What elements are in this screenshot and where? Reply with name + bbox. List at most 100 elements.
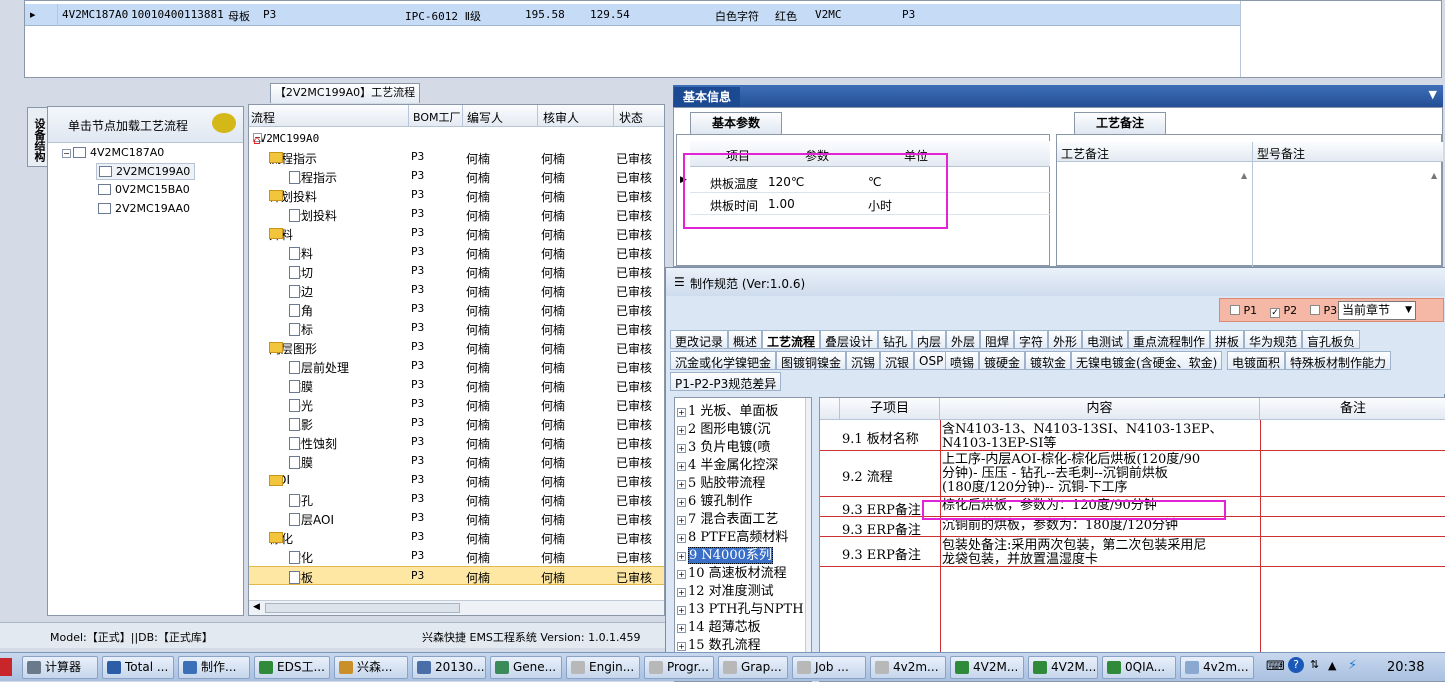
expand-icon[interactable]: + xyxy=(677,570,686,579)
scroll-left-icon[interactable]: ◀ xyxy=(253,602,260,612)
spec-chapter-node[interactable]: +2 图形电镀(沉 xyxy=(677,418,770,437)
spec-tab[interactable]: 内层 xyxy=(912,330,947,349)
taskbar-item[interactable]: 制作... xyxy=(178,656,250,679)
spec-tab[interactable]: 图镀铜镍金 xyxy=(776,351,847,370)
flow-row[interactable]: 曝光 P3 何楠 何楠 已审核 xyxy=(249,395,664,414)
basic-params-tab[interactable]: 基本参数 xyxy=(690,112,782,134)
network-icon[interactable]: ⇅ xyxy=(1310,658,1319,671)
col-header-content[interactable]: 内容 xyxy=(940,398,1260,420)
flow-row[interactable]: 烘板 P3 何楠 何楠 已审核 xyxy=(249,566,664,585)
spec-tab[interactable]: 镀软金 xyxy=(1025,351,1072,370)
help-icon[interactable]: ? xyxy=(1288,657,1304,673)
spec-tab[interactable]: 概述 xyxy=(728,330,763,349)
spec-chapter-node[interactable]: +13 PTH孔与NPTH xyxy=(677,598,804,617)
flow-row[interactable]: 内层前处理 P3 何楠 何楠 已审核 xyxy=(249,357,664,376)
spec-tab[interactable]: 外形 xyxy=(1048,330,1083,349)
spec-table-row[interactable]: 9.3 ERP备注 沉铜前的烘板，参数为：180度/120分钟 xyxy=(820,517,1445,538)
flow-row[interactable]: −流程指示 P3 何楠 何楠 已审核 xyxy=(249,148,664,167)
start-icon[interactable] xyxy=(0,658,12,676)
spec-tab[interactable]: 更改记录 xyxy=(670,330,729,349)
taskbar-item[interactable]: Progr... xyxy=(644,656,714,679)
spec-tab[interactable]: 钻孔 xyxy=(878,330,913,349)
taskbar-item[interactable]: Grap... xyxy=(718,656,788,679)
spec-tab[interactable]: 重点流程制作 xyxy=(1128,330,1211,349)
flow-row[interactable]: 显影 P3 何楠 何楠 已审核 xyxy=(249,414,664,433)
expand-icon[interactable]: + xyxy=(677,408,686,417)
expand-icon[interactable]: + xyxy=(677,552,686,561)
spec-tab[interactable]: 拼板 xyxy=(1210,330,1245,349)
device-node-root[interactable]: −4V2MC187A0 xyxy=(62,146,164,159)
top-record-row[interactable]: ▸ 4V2MC187A0 10010400113881 母板 P3 IPC-60… xyxy=(25,4,1240,26)
spec-chapter-node[interactable]: +5 贴胶带流程 xyxy=(677,472,765,491)
spec-chapter-node[interactable]: +15 数孔流程 xyxy=(677,634,761,653)
taskbar-item[interactable]: 20130... xyxy=(412,656,486,679)
spec-chapter-node[interactable]: +7 混合表面工艺 xyxy=(677,508,778,527)
check-p2[interactable]: ✓ P2 xyxy=(1270,304,1297,318)
keyboard-icon[interactable]: ⌨ xyxy=(1266,659,1285,674)
taskbar-item[interactable]: Job ... xyxy=(792,656,866,679)
basic-info-tab[interactable]: 基本信息 xyxy=(674,87,740,107)
spec-tab[interactable]: 电镀面积 xyxy=(1227,351,1286,370)
clock[interactable]: 20:38 xyxy=(1387,660,1424,675)
scroll-up-icon[interactable]: ▲ xyxy=(1241,171,1247,180)
spec-tab[interactable]: 沉锡 xyxy=(846,351,881,370)
spec-tab[interactable]: 叠层设计 xyxy=(820,330,879,349)
expand-icon[interactable]: + xyxy=(677,624,686,633)
spec-tab[interactable]: 阻焊 xyxy=(980,330,1015,349)
spec-tab[interactable]: 字符 xyxy=(1014,330,1049,349)
expand-icon[interactable]: + xyxy=(677,534,686,543)
spec-chapter-node[interactable]: +4 半金属化控深 xyxy=(677,454,778,473)
col-header-bom[interactable]: BOM工厂 xyxy=(413,109,461,125)
spec-tab[interactable]: 电测试 xyxy=(1082,330,1129,349)
check-p3[interactable]: P3 xyxy=(1310,304,1337,317)
scroll-thumb[interactable] xyxy=(265,603,460,613)
spec-chapter-node[interactable]: +10 高速板材流程 xyxy=(677,562,787,581)
process-note-tab[interactable]: 工艺备注 xyxy=(1074,112,1166,134)
spec-tab[interactable]: 镀硬金 xyxy=(979,351,1026,370)
flow-row[interactable]: 冲孔 P3 何楠 何楠 已审核 xyxy=(249,490,664,509)
flow-row[interactable]: 棕化 P3 何楠 何楠 已审核 xyxy=(249,547,664,566)
spec-tab[interactable]: 外层 xyxy=(946,330,981,349)
scope-select[interactable]: 当前章节 ▼ xyxy=(1338,301,1416,320)
flow-row[interactable]: 开料 P3 何楠 何楠 已审核 xyxy=(249,243,664,262)
expand-icon[interactable]: + xyxy=(677,588,686,597)
col-header-subitem[interactable]: 子项目 xyxy=(840,398,940,420)
spec-table-row[interactable]: 9.1 板材名称 含N4103-13、N4103-13SI、N4103-13EP、… xyxy=(820,421,1445,451)
flow-row[interactable]: 圆角 P3 何楠 何楠 已审核 xyxy=(249,300,664,319)
device-node-selected[interactable]: 2V2MC199A0 xyxy=(96,163,196,180)
spec-tab[interactable]: 沉金或化学镍钯金 xyxy=(670,351,777,370)
spec-tab[interactable]: 特殊板材制作能力 xyxy=(1285,351,1392,370)
flow-row[interactable]: 内层AOI P3 何楠 何楠 已审核 xyxy=(249,509,664,528)
expand-icon[interactable]: + xyxy=(677,480,686,489)
spec-tab[interactable]: 华为规范 xyxy=(1244,330,1303,349)
spec-tab[interactable]: 喷锡 xyxy=(945,351,980,370)
taskbar-item[interactable]: 4V2M... xyxy=(950,656,1024,679)
horizontal-scrollbar[interactable]: ◀ xyxy=(249,600,664,615)
flow-row[interactable]: 打标 P3 何楠 何楠 已审核 xyxy=(249,319,664,338)
flow-row[interactable]: −AOI P3 何楠 何楠 已审核 xyxy=(249,471,664,490)
taskbar-item[interactable]: 计算器 xyxy=(22,656,98,679)
spec-chapter-node[interactable]: +9 N4000系列 xyxy=(677,544,773,564)
col-header-flow[interactable]: 流程 xyxy=(251,109,275,126)
expand-icon[interactable]: + xyxy=(677,444,686,453)
check-p1[interactable]: P1 xyxy=(1230,304,1257,317)
vertical-scrollbar[interactable] xyxy=(805,398,811,681)
taskbar-item[interactable]: EDS工... xyxy=(254,656,330,679)
spec-chapter-node[interactable]: +3 负片电镀(喷 xyxy=(677,436,770,455)
taskbar-item[interactable]: 4v2m... xyxy=(870,656,946,679)
flow-row[interactable]: −计划投料 P3 何楠 何楠 已审核 xyxy=(249,186,664,205)
spec-tab[interactable]: 无镍电镀金(含硬金、软金) xyxy=(1071,351,1223,370)
expand-icon[interactable]: + xyxy=(677,606,686,615)
spec-tab[interactable]: P1-P2-P3规范差异 xyxy=(670,372,782,391)
spec-table-row[interactable]: 9.2 流程 上工序-内层AOI-棕化-棕化后烘板(120度/90 分钟)- 压压… xyxy=(820,451,1445,497)
spec-tab[interactable]: OSP xyxy=(914,351,949,370)
col-header-writer[interactable]: 编写人 xyxy=(467,109,503,126)
taskbar-item[interactable]: 4v2m... xyxy=(1180,656,1254,679)
dropdown-arrow-icon[interactable]: ▼ xyxy=(1429,88,1437,101)
flow-row[interactable]: 贴膜 P3 何楠 何楠 已审核 xyxy=(249,376,664,395)
col-header-note[interactable]: 备注 xyxy=(1260,398,1445,420)
device-node[interactable]: 0V2MC15BA0 xyxy=(98,183,190,196)
spec-chapter-node[interactable]: +12 对准度测试 xyxy=(677,580,774,599)
flow-row[interactable]: 酸性蚀刻 P3 何楠 何楠 已审核 xyxy=(249,433,664,452)
expand-icon[interactable]: + xyxy=(677,462,686,471)
